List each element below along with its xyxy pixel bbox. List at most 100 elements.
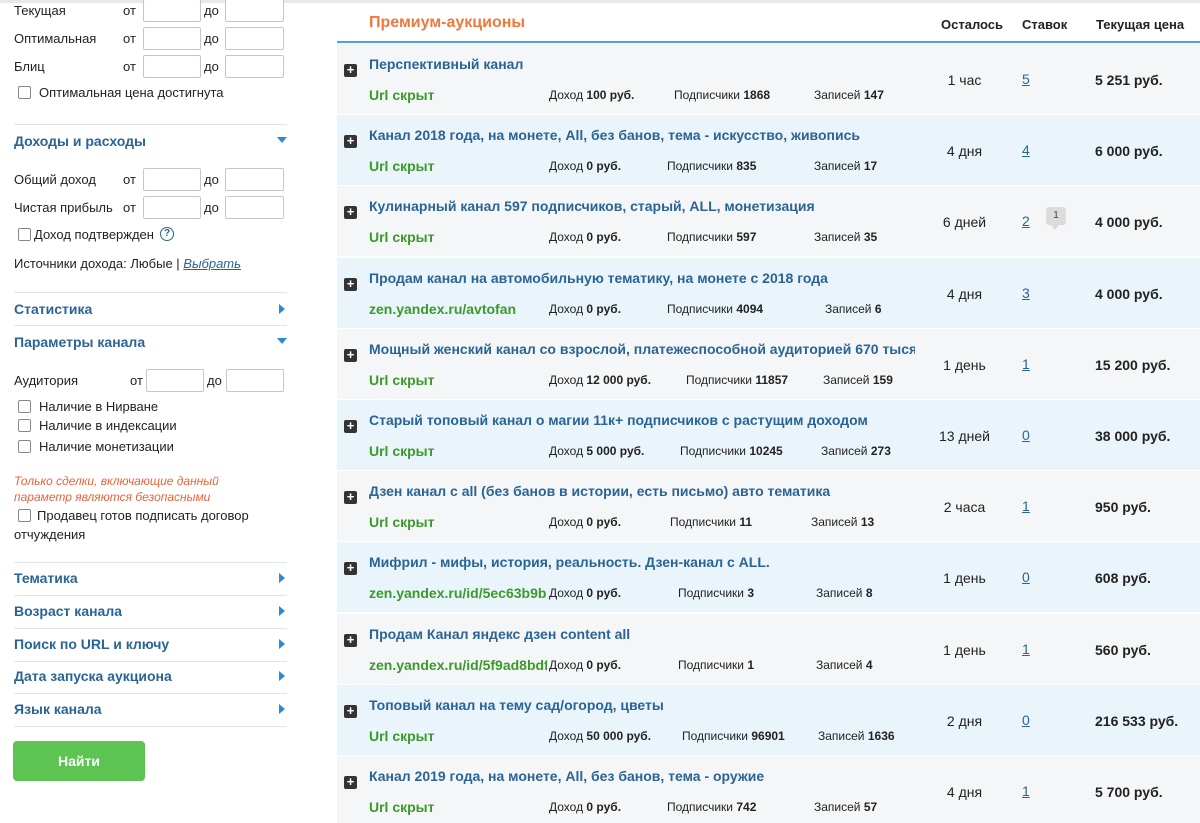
nirvana-checkbox[interactable]: Наличие в Нирване <box>18 398 308 416</box>
optimal-reached-checkbox[interactable]: Оптимальная цена достигнута <box>18 84 308 102</box>
subs-value: 597 <box>736 230 757 245</box>
bids-count-link[interactable]: 1 <box>1022 498 1030 514</box>
section-channel-age[interactable]: Возраст канала <box>14 597 287 625</box>
price-blitz-from-input[interactable] <box>143 55 201 78</box>
bids-count-link[interactable]: 2 <box>1022 213 1030 229</box>
checkbox-box[interactable] <box>18 228 31 241</box>
section-title: Дата запуска аукциона <box>14 668 172 684</box>
find-button[interactable]: Найти <box>13 741 145 781</box>
channel-title-link[interactable]: Старый топовый канал о магии 11к+ подпис… <box>369 412 915 428</box>
income-sources-link[interactable]: Выбрать <box>183 256 241 271</box>
posts-meta: Записей 159 <box>823 373 893 387</box>
divider <box>14 693 287 694</box>
column-header-bids: Ставок <box>1022 17 1068 32</box>
table-row: + Мифрил - мифы, история, реальность. Дзе… <box>337 542 1200 614</box>
indexing-checkbox[interactable]: Наличие в индексации <box>18 417 308 435</box>
price-current-from-input[interactable] <box>143 0 201 22</box>
income-meta: Доход 0 руб. <box>549 658 621 672</box>
price-optimal-to-input[interactable] <box>225 27 284 50</box>
channel-url[interactable]: zen.yandex.ru/id/5ec63b9b <box>369 585 547 601</box>
section-language[interactable]: Язык канала <box>14 695 287 723</box>
subs-label: Подписчики <box>674 88 741 102</box>
income-value: 50 000 руб. <box>586 728 652 743</box>
bids-count-link[interactable]: 3 <box>1022 285 1030 301</box>
channel-title-link[interactable]: Продам канал на автомобильную тематику, … <box>369 270 915 286</box>
bids-count-link[interactable]: 0 <box>1022 427 1030 443</box>
total-income-from-input[interactable] <box>143 168 201 191</box>
channel-title-link[interactable]: Дзен канал с all (без банов в истории, е… <box>369 483 915 499</box>
checkbox-box[interactable] <box>18 419 31 432</box>
subs-meta: Подписчики 1 <box>678 658 754 672</box>
expand-icon[interactable]: + <box>344 63 357 77</box>
income-label: Доход <box>549 800 584 814</box>
bids-count-link[interactable]: 1 <box>1022 641 1030 657</box>
divider <box>14 726 287 727</box>
channel-title-link[interactable]: Канал 2019 года, на монете, All, без бан… <box>369 768 915 784</box>
chevron-right-icon <box>279 573 285 583</box>
expand-icon[interactable]: + <box>344 633 357 647</box>
from-label: от <box>123 59 136 74</box>
audience-from-input[interactable] <box>146 369 204 392</box>
net-profit-from-input[interactable] <box>143 196 201 219</box>
section-url-search[interactable]: Поиск по URL и ключу <box>14 630 287 658</box>
expand-icon[interactable]: + <box>344 134 357 149</box>
channel-title-link[interactable]: Продам Канал яндекс дзен content all <box>369 626 915 642</box>
posts-value: 273 <box>870 444 891 458</box>
posts-value: 35 <box>863 230 878 245</box>
channel-title-link[interactable]: Мифрил - мифы, история, реальность. Дзен… <box>369 554 915 570</box>
channel-title-link[interactable]: Кулинарный канал 597 подписчиков, старый… <box>369 198 915 214</box>
section-income[interactable]: Доходы и расходы <box>14 127 287 155</box>
expand-icon[interactable]: + <box>344 704 357 718</box>
channel-url: Url скрыт <box>369 514 435 531</box>
expand-icon[interactable]: + <box>344 419 357 433</box>
channel-title-link[interactable]: Перспективный канал <box>369 56 915 72</box>
channel-url[interactable]: zen.yandex.ru/avtofan <box>369 301 547 317</box>
section-statistics[interactable]: Статистика <box>14 295 287 323</box>
channel-title-link[interactable]: Мощный женский канал со взрослой, платеж… <box>369 341 915 357</box>
expand-icon[interactable]: + <box>344 277 357 291</box>
net-profit-to-input[interactable] <box>225 196 284 219</box>
filter-audience: Аудитория от до <box>0 369 300 393</box>
bids-count-link[interactable]: 4 <box>1022 142 1030 158</box>
price-current-to-input[interactable] <box>225 0 284 22</box>
section-theme[interactable]: Тематика <box>14 564 287 592</box>
expand-icon[interactable]: + <box>344 205 357 220</box>
chevron-right-icon <box>279 304 285 314</box>
expand-icon[interactable]: + <box>344 775 357 789</box>
seller-contract-checkbox[interactable]: Продавец готов подписать договор отчужде… <box>14 506 294 544</box>
checkbox-box[interactable] <box>18 86 31 99</box>
audience-to-input[interactable] <box>226 369 284 392</box>
income-label: Доход <box>549 728 584 743</box>
checkbox-box[interactable] <box>18 440 31 453</box>
bids-count-link[interactable]: 1 <box>1022 783 1030 799</box>
total-income-to-input[interactable] <box>225 168 284 191</box>
subs-meta: Подписчики 10245 <box>680 444 783 458</box>
price-blitz-to-input[interactable] <box>225 55 284 78</box>
bids-count-link[interactable]: 0 <box>1022 569 1030 585</box>
subs-label: Подписчики <box>670 515 737 530</box>
expand-icon[interactable]: + <box>344 561 357 576</box>
channel-url[interactable]: zen.yandex.ru/id/5f9ad8bdf <box>369 657 547 673</box>
checkbox-box[interactable] <box>18 509 31 522</box>
posts-label: Записей <box>814 800 861 814</box>
comment-bubble-icon[interactable]: 1 <box>1046 207 1066 231</box>
subs-label: Подписчики <box>667 159 734 174</box>
checkbox-label: Наличие монетизации <box>39 439 174 454</box>
bids-count-link[interactable]: 5 <box>1022 71 1030 87</box>
subs-meta: Подписчики 835 <box>667 159 756 173</box>
expand-icon[interactable]: + <box>344 348 357 362</box>
channel-title-link[interactable]: Канал 2018 года, на монете, All, без бан… <box>369 127 915 143</box>
expand-icon[interactable]: + <box>344 490 357 505</box>
section-auction-date[interactable]: Дата запуска аукциона <box>14 662 287 690</box>
bids-count-link[interactable]: 0 <box>1022 712 1030 728</box>
price-optimal-from-input[interactable] <box>143 27 201 50</box>
bids-count-link[interactable]: 1 <box>1022 356 1030 372</box>
income-value: 0 руб. <box>586 586 622 601</box>
section-title: Язык канала <box>14 701 102 717</box>
section-channel-params[interactable]: Параметры канала <box>14 328 287 356</box>
checkbox-box[interactable] <box>18 400 31 413</box>
channel-title-link[interactable]: Топовый канал на тему сад/огород, цветы <box>369 697 915 713</box>
income-meta: Доход 12 000 руб. <box>549 373 651 387</box>
monetization-checkbox[interactable]: Наличие монетизации <box>18 438 308 456</box>
help-icon[interactable]: ? <box>160 227 174 241</box>
